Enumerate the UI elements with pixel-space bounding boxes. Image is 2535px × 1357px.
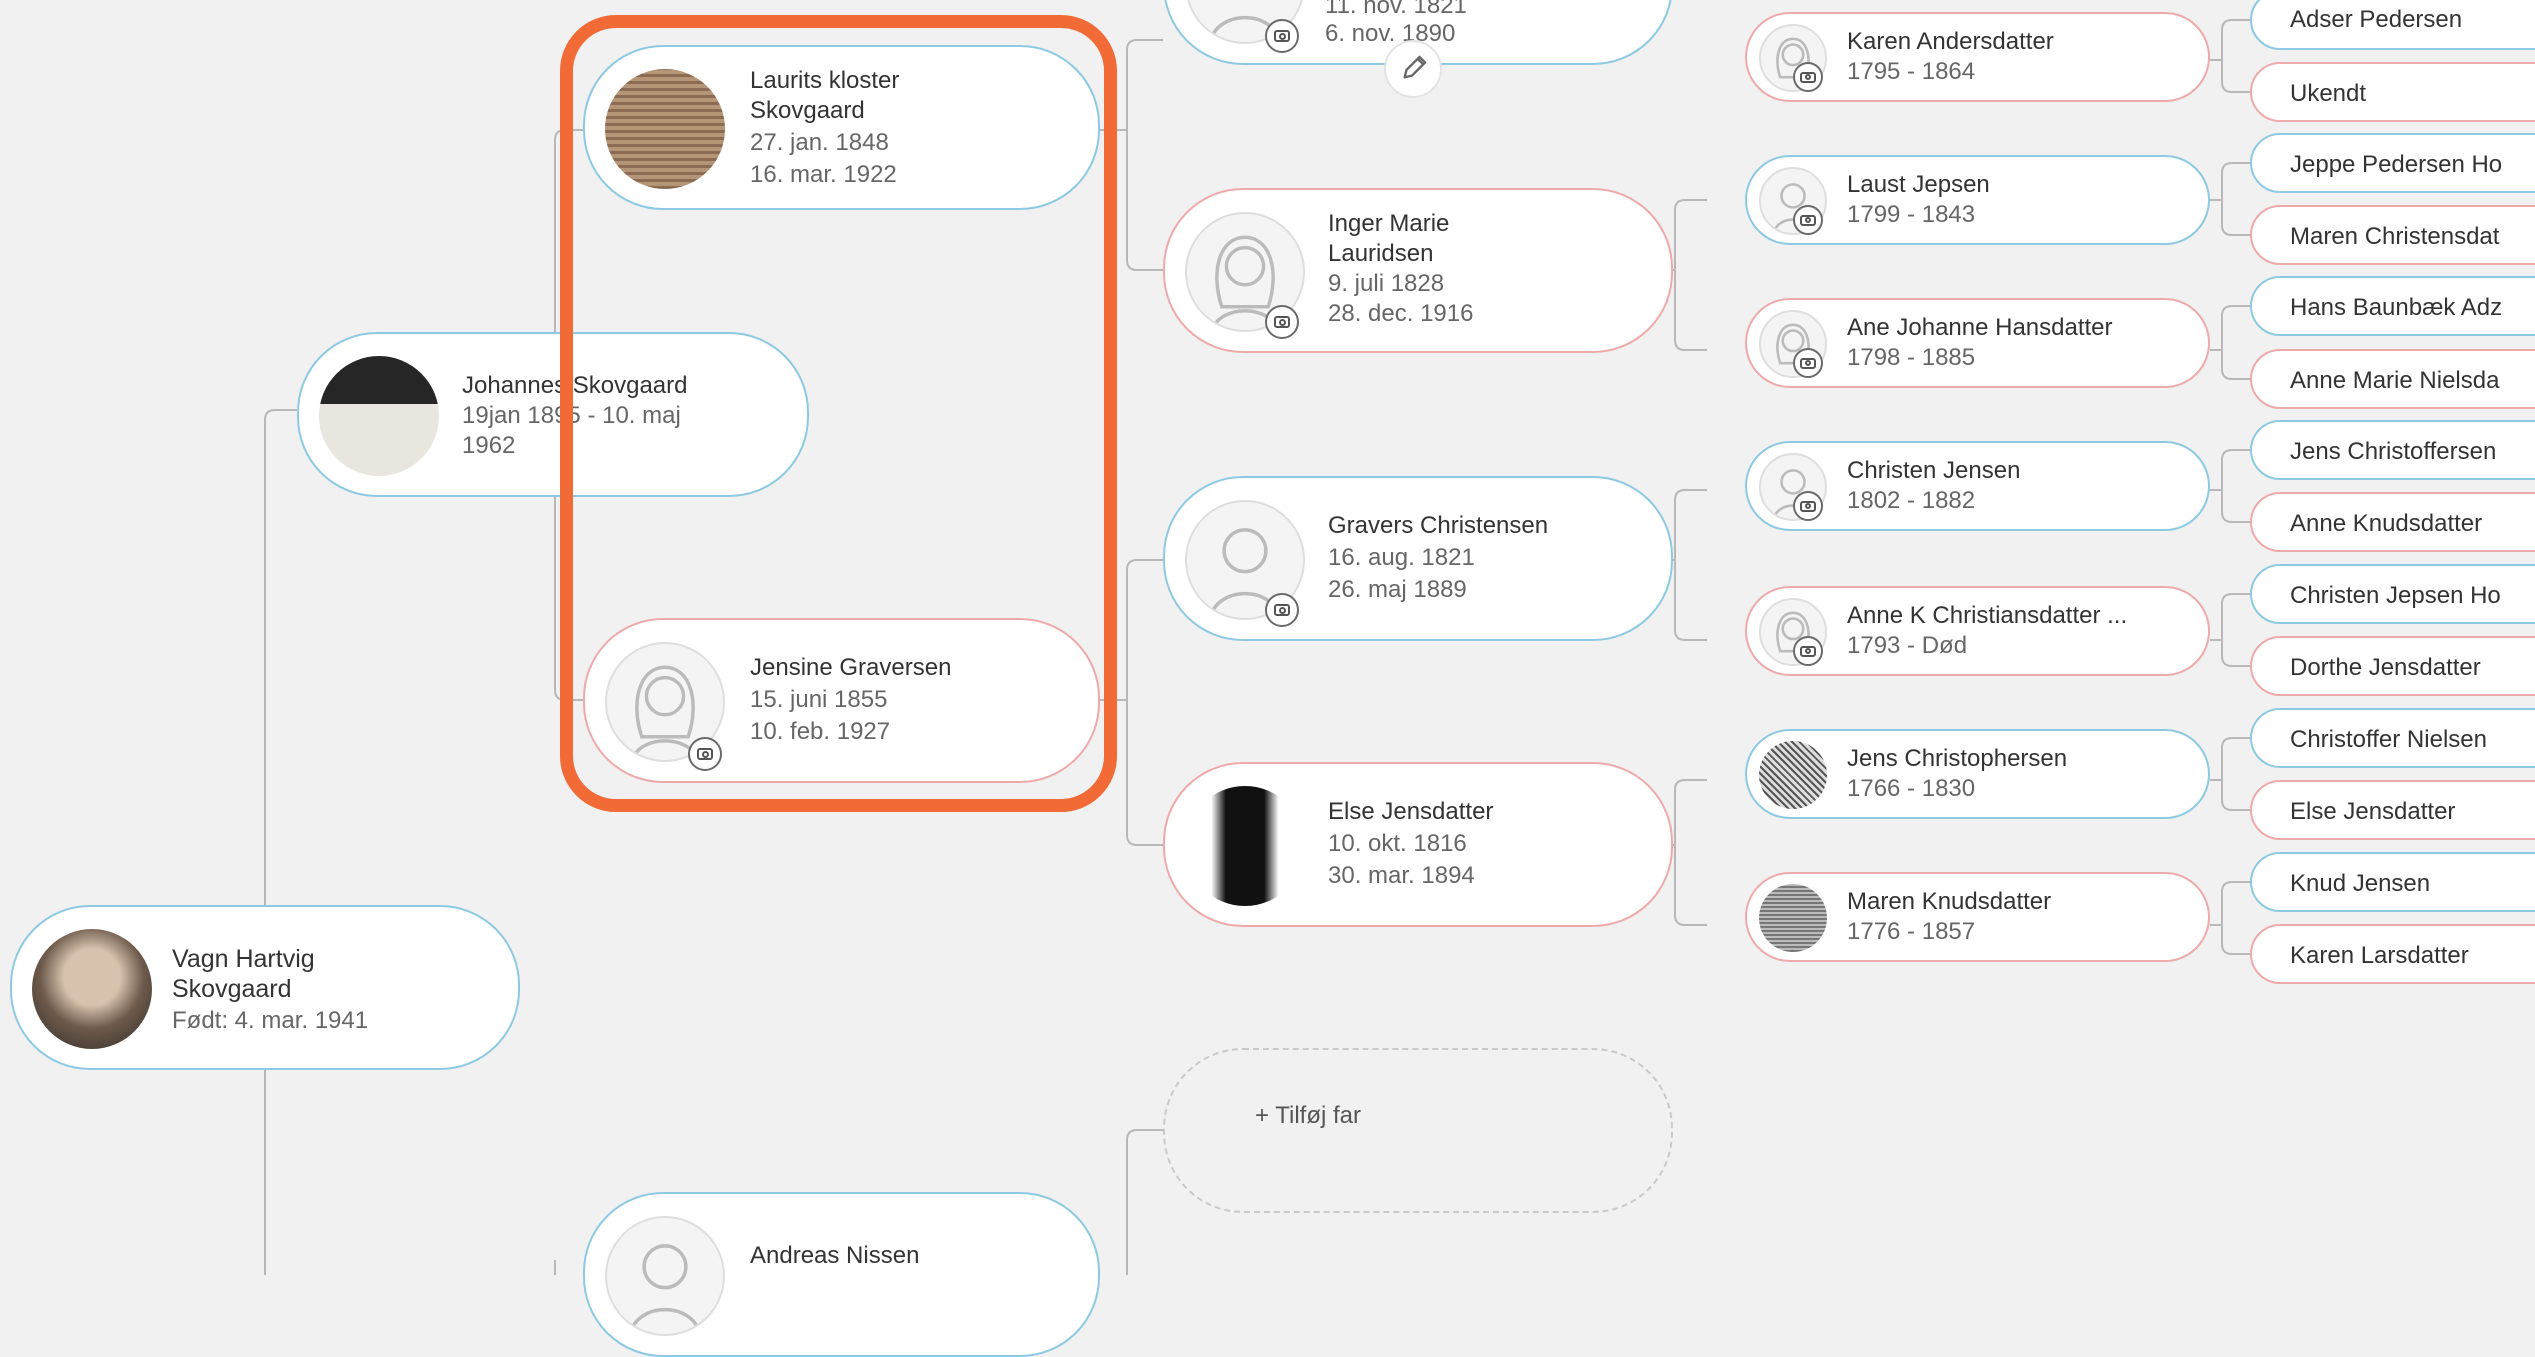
- pencil-icon: [1403, 55, 1427, 79]
- person-card-maren[interactable]: Maren Knudsdatter 1776 - 1857: [1745, 872, 2210, 962]
- person-name: Inger Marie: [1328, 210, 1450, 237]
- person-name-line2: Skovgaard: [172, 975, 292, 1003]
- chip-label: Christoffer Nielsen: [2290, 726, 2487, 753]
- chip-label: Jens Christoffersen: [2290, 438, 2497, 465]
- person-years: 1802 - 1882: [1847, 487, 1976, 514]
- person-name: Gravers Christensen: [1328, 512, 1549, 539]
- person-years: 1793 - Død: [1847, 632, 1968, 659]
- person-name: Maren Knudsdatter: [1847, 888, 2052, 915]
- ancestor-chip[interactable]: Christen Jepsen Ho: [2250, 564, 2535, 624]
- chip-label: Karen Larsdatter: [2290, 942, 2469, 969]
- camera-icon[interactable]: [1793, 348, 1823, 378]
- person-birth: Født: 4. mar. 1941: [172, 1007, 369, 1034]
- person-years: 1799 - 1843: [1847, 201, 1976, 228]
- person-photo: [1185, 786, 1305, 906]
- person-name: Else Jensdatter: [1328, 798, 1494, 825]
- ancestor-chip[interactable]: Maren Christensdat: [2250, 205, 2535, 265]
- chip-label: Jeppe Pedersen Ho: [2290, 151, 2503, 178]
- person-years: 1795 - 1864: [1847, 58, 1976, 85]
- chip-label: Christen Jepsen Ho: [2290, 582, 2501, 609]
- person-name: Laust Jepsen: [1847, 171, 1990, 198]
- ancestor-chip[interactable]: Jens Christoffersen: [2250, 420, 2535, 480]
- chip-label: Anne Marie Nielsda: [2290, 367, 2500, 394]
- camera-icon[interactable]: [1793, 491, 1823, 521]
- edit-button[interactable]: [1384, 40, 1442, 98]
- camera-icon[interactable]: [1265, 305, 1299, 339]
- person-name: Jens Christophersen: [1847, 745, 2068, 772]
- chip-label: Dorthe Jensdatter: [2290, 654, 2481, 681]
- camera-icon[interactable]: [1793, 205, 1823, 235]
- camera-icon[interactable]: [1793, 62, 1823, 92]
- ancestor-chip[interactable]: Knud Jensen: [2250, 852, 2535, 912]
- person-birth: 10. okt. 1816: [1328, 830, 1467, 857]
- person-card-karen[interactable]: Karen Andersdatter 1795 - 1864: [1745, 12, 2210, 102]
- plus-icon: +: [1255, 1102, 1270, 1129]
- person-dates-line2: 1962: [462, 432, 516, 459]
- person-card-christen[interactable]: Christen Jensen 1802 - 1882: [1745, 441, 2210, 531]
- person-photo: [1759, 884, 1827, 952]
- person-death: 28. dec. 1916: [1328, 300, 1474, 327]
- person-death: 30. mar. 1894: [1328, 862, 1475, 889]
- ancestor-chip[interactable]: Ukendt: [2250, 62, 2535, 122]
- person-card-vagn[interactable]: Vagn Hartvig Skovgaard Født: 4. mar. 194…: [10, 905, 520, 1070]
- ancestor-chip[interactable]: Else Jensdatter: [2250, 780, 2535, 840]
- chip-label: Knud Jensen: [2290, 870, 2431, 897]
- person-card-laust[interactable]: Laust Jepsen 1799 - 1843: [1745, 155, 2210, 245]
- person-card-gravers[interactable]: Gravers Christensen 16. aug. 1821 26. ma…: [1163, 476, 1673, 641]
- person-years: 1776 - 1857: [1847, 918, 1976, 945]
- camera-icon[interactable]: [1265, 19, 1299, 53]
- ancestor-chip[interactable]: Jeppe Pedersen Ho: [2250, 133, 2535, 193]
- ancestor-chip[interactable]: Anne Marie Nielsda: [2250, 349, 2535, 409]
- person-name: Anne K Christiansdatter ...: [1847, 602, 2128, 629]
- person-card-inger[interactable]: Inger Marie Lauridsen 9. juli 1828 28. d…: [1163, 188, 1673, 353]
- person-card-ane-johanne[interactable]: Ane Johanne Hansdatter 1798 - 1885: [1745, 298, 2210, 388]
- camera-icon[interactable]: [1793, 636, 1823, 666]
- camera-icon[interactable]: [1265, 593, 1299, 627]
- ancestor-chip[interactable]: Hans Baunbæk Adz: [2250, 276, 2535, 336]
- ancestor-chip[interactable]: Adser Pedersen: [2250, 0, 2535, 50]
- person-death: 26. maj 1889: [1328, 576, 1467, 603]
- person-name: Ane Johanne Hansdatter: [1847, 314, 2113, 341]
- person-name: Andreas Nissen: [750, 1242, 920, 1269]
- ancestor-chip[interactable]: Dorthe Jensdatter: [2250, 636, 2535, 696]
- chip-label: Else Jensdatter: [2290, 798, 2456, 825]
- chip-label: Maren Christensdat: [2290, 223, 2500, 250]
- person-photo: [1759, 741, 1827, 809]
- add-father-button[interactable]: + Tilføj far: [1163, 1048, 1673, 1213]
- person-photo: [32, 929, 152, 1049]
- ancestor-chip[interactable]: Karen Larsdatter: [2250, 924, 2535, 984]
- person-name: Karen Andersdatter: [1847, 28, 2054, 55]
- person-card-jens-christophersen[interactable]: Jens Christophersen 1766 - 1830: [1745, 729, 2210, 819]
- ancestor-chip[interactable]: Christoffer Nielsen: [2250, 708, 2535, 768]
- person-years: 1766 - 1830: [1847, 775, 1976, 802]
- chip-label: Hans Baunbæk Adz: [2290, 294, 2503, 321]
- person-birth: 16. aug. 1821: [1328, 544, 1475, 571]
- ancestor-chip[interactable]: Anne Knudsdatter: [2250, 492, 2535, 552]
- chip-label: Adser Pedersen: [2290, 6, 2463, 33]
- person-card-else[interactable]: Else Jensdatter 10. okt. 1816 30. mar. 1…: [1163, 762, 1673, 927]
- chip-label: Anne Knudsdatter: [2290, 510, 2483, 537]
- person-name: Christen Jensen: [1847, 457, 2021, 484]
- avatar-male-icon: [605, 1216, 725, 1336]
- highlight-annotation: [560, 15, 1117, 812]
- person-card-anne-k[interactable]: Anne K Christiansdatter ... 1793 - Død: [1745, 586, 2210, 676]
- chip-label: Ukendt: [2290, 80, 2367, 107]
- add-father-label: + Tilføj far: [1255, 1102, 1362, 1129]
- person-years: 1798 - 1885: [1847, 344, 1976, 371]
- person-birth: 9. juli 1828: [1328, 270, 1445, 297]
- person-name-line2: Lauridsen: [1328, 240, 1434, 267]
- person-photo: [319, 356, 439, 476]
- person-name: Vagn Hartvig: [172, 945, 315, 973]
